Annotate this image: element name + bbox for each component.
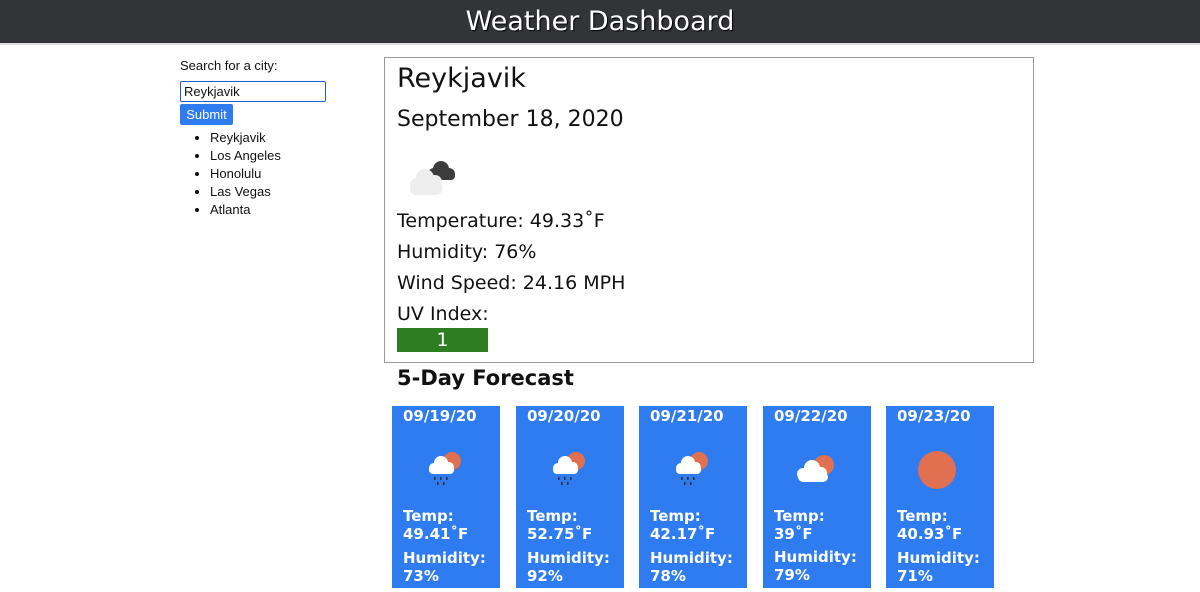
forecast-humidity: 71% — [897, 567, 933, 585]
forecast-card: 09/20/20 Temp: 52.75˚F Humidity: 92% — [516, 406, 624, 588]
current-wind-speed: Wind Speed: 24.16 MPH — [397, 272, 626, 294]
history-item[interactable]: Reykjavik — [210, 129, 360, 147]
forecast-humidity: 79% — [774, 566, 810, 584]
forecast-title: 5-Day Forecast — [397, 366, 574, 390]
forecast-card: 09/21/20 Temp: 42.17˚F Humidity: 78% — [639, 406, 747, 588]
city-search-input[interactable] — [180, 81, 326, 102]
current-humidity: Humidity: 76% — [397, 241, 537, 263]
rain-sun-icon — [543, 447, 593, 491]
current-temperature: Temperature: 49.33˚F — [397, 210, 605, 232]
history-item[interactable]: Las Vegas — [210, 183, 360, 201]
app-header: Weather Dashboard — [0, 0, 1200, 45]
forecast-temp: 52.75˚F — [527, 525, 593, 543]
forecast-temp-label: Temp: — [403, 507, 454, 525]
current-weather-panel: Reykjavik September 18, 2020 Temperature… — [384, 57, 1034, 363]
search-history-list: Reykjavik Los Angeles Honolulu Las Vegas… — [180, 129, 360, 219]
forecast-temp: 42.17˚F — [650, 525, 716, 543]
forecast-humidity: 78% — [650, 567, 686, 585]
history-item[interactable]: Atlanta — [210, 201, 360, 219]
forecast-humidity: 73% — [403, 567, 439, 585]
forecast-humidity-label: Humidity: — [897, 549, 980, 567]
current-city: Reykjavik — [397, 63, 526, 94]
forecast-humidity: 92% — [527, 567, 563, 585]
forecast-date: 09/23/20 — [897, 407, 971, 425]
page-title: Weather Dashboard — [465, 6, 735, 37]
forecast-card: 09/19/20 Temp: 49.41˚F Humidity: 73% — [392, 406, 500, 588]
forecast-temp: 49.41˚F — [403, 525, 469, 543]
rain-sun-icon — [419, 447, 469, 491]
forecast-temp: Temp: 39˚F — [774, 507, 825, 543]
forecast-temp-label: Temp: — [650, 507, 701, 525]
current-date: September 18, 2020 — [397, 107, 624, 132]
forecast-date: 09/20/20 — [527, 407, 601, 425]
forecast-date: 09/21/20 — [650, 407, 724, 425]
forecast-humidity-label: Humidity: — [774, 548, 857, 566]
forecast-date: 09/19/20 — [403, 407, 477, 425]
uv-index-badge: 1 — [397, 328, 488, 352]
sun-icon — [913, 447, 963, 491]
forecast-humidity-label: Humidity: — [403, 549, 486, 567]
forecast-card: 09/22/20 Temp: 39˚F Humidity: 79% — [763, 406, 871, 588]
cloudy-icon — [397, 152, 467, 202]
forecast-humidity-label: Humidity: — [650, 549, 733, 567]
forecast-temp: 40.93˚F — [897, 525, 963, 543]
forecast-temp-label: Temp: — [527, 507, 578, 525]
submit-button[interactable]: Submit — [180, 104, 233, 125]
history-item[interactable]: Los Angeles — [210, 147, 360, 165]
history-item[interactable]: Honolulu — [210, 165, 360, 183]
forecast-humidity-label: Humidity: — [527, 549, 610, 567]
forecast-date: 09/22/20 — [774, 407, 848, 425]
forecast-temp-label: Temp: — [897, 507, 948, 525]
search-label: Search for a city: — [180, 58, 278, 73]
search-sidebar: Search for a city: Submit Reykjavik Los … — [180, 58, 360, 219]
cloud-sun-icon — [790, 447, 840, 491]
forecast-card: 09/23/20 Temp: 40.93˚F Humidity: 71% — [886, 406, 994, 588]
uv-index-label: UV Index: — [397, 303, 489, 325]
rain-sun-icon — [666, 447, 716, 491]
